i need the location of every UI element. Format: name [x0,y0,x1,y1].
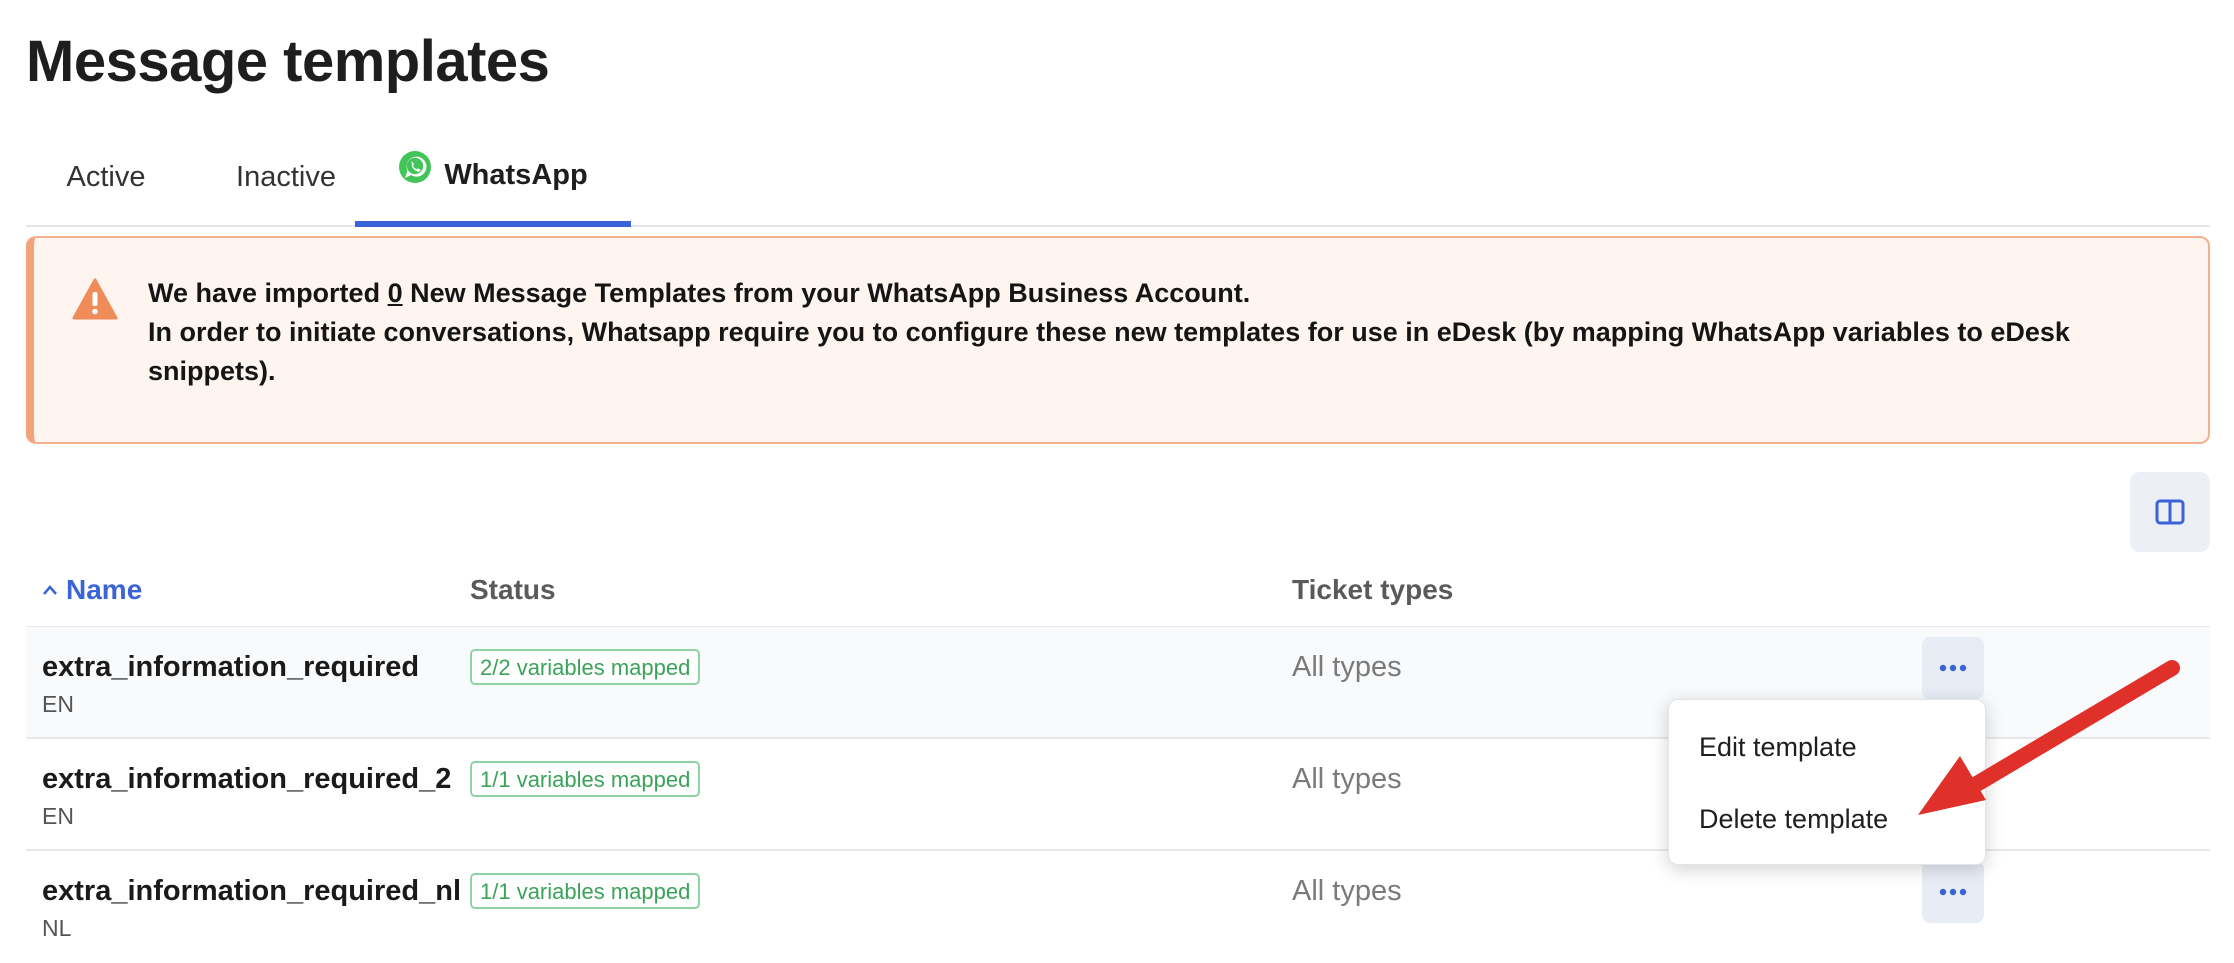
column-header-ticket-types[interactable]: Ticket types [1292,574,1453,606]
page-title: Message templates [26,29,550,94]
alert-message: We have imported 0 New Message Templates… [148,274,2138,391]
more-horizontal-icon [1939,888,1967,896]
alert-line1-prefix: We have imported [148,278,388,308]
alert-line2: In order to initiate conversations, What… [148,317,2070,386]
column-header-status[interactable]: Status [470,574,556,606]
whatsapp-icon [399,150,432,183]
template-name: extra_information_required_2 [42,763,452,795]
template-name: extra_information_required_nl [42,875,461,907]
more-horizontal-icon [1939,664,1967,672]
sort-ascending-icon [43,585,57,595]
tab-inactive[interactable]: Inactive [206,130,366,225]
column-header-name[interactable]: Name [42,574,142,606]
tab-bar: Active Inactive [26,130,2210,227]
row-actions-button[interactable] [1922,637,1984,699]
import-alert: We have imported 0 New Message Templates… [26,236,2210,444]
ticket-types: All types [1292,763,1402,795]
delete-template-menu-item[interactable]: Delete template [1699,804,1888,835]
edit-template-menu-item[interactable]: Edit template [1699,732,1857,763]
ticket-types: All types [1292,651,1402,683]
template-name: extra_information_required [42,651,420,683]
column-header-name-label: Name [66,574,143,605]
table-row[interactable]: extra_information_required_nl NL 1/1 var… [26,851,2210,963]
status-badge: 2/2 variables mapped [470,649,701,685]
template-language: EN [42,803,74,829]
tab-whatsapp[interactable]: WhatsApp [355,130,631,227]
columns-icon [2155,499,2185,525]
column-settings-button[interactable] [2130,472,2210,552]
tab-whatsapp-label: WhatsApp [444,159,588,191]
status-badge: 1/1 variables mapped [470,873,701,909]
table-header: Name Status Ticket types [26,566,2210,628]
template-language: EN [42,691,74,717]
row-actions-menu: Edit template Delete template [1668,699,1986,865]
ticket-types: All types [1292,875,1402,907]
template-language: NL [42,915,72,941]
warning-icon [72,278,118,320]
alert-line1-suffix: New Message Templates from your WhatsApp… [402,278,1251,308]
row-actions-button[interactable] [1922,861,1984,923]
imported-count: 0 [387,278,403,308]
status-badge: 1/1 variables mapped [470,761,701,797]
tab-active[interactable]: Active [26,130,186,225]
